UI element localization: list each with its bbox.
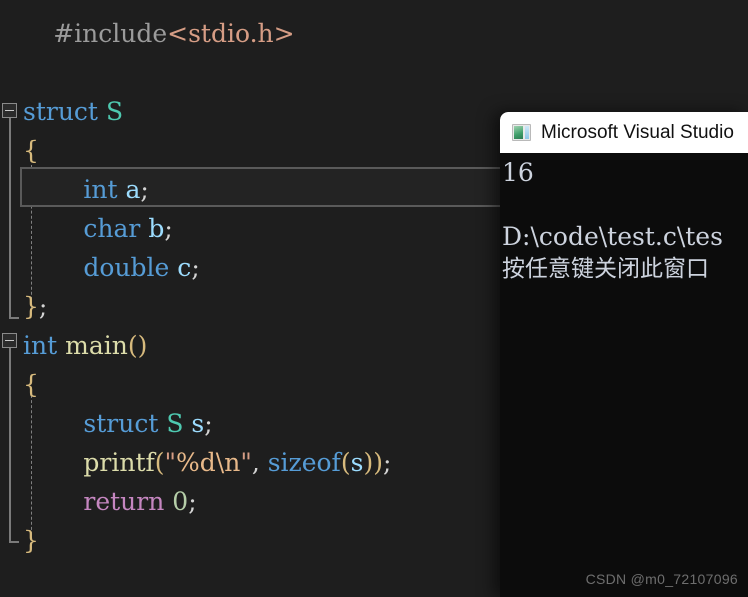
code-token: <stdio.h> xyxy=(167,19,295,48)
code-token: " xyxy=(164,448,177,477)
code-token: , xyxy=(251,448,268,477)
code-token: a xyxy=(125,175,141,204)
console-window[interactable]: Microsoft Visual Studio 16 D:\code\test.c… xyxy=(500,112,748,597)
code-line-text: { xyxy=(23,131,39,170)
code-token: %d\n xyxy=(176,448,241,477)
code-token: ( xyxy=(340,448,351,477)
code-token: { xyxy=(23,370,39,399)
console-line: 按任意键关闭此窗口 xyxy=(502,256,709,282)
code-token: int xyxy=(23,331,58,360)
code-token: S xyxy=(166,409,184,438)
code-token: struct xyxy=(23,97,98,126)
code-token: double xyxy=(83,253,170,282)
code-line-text: }; xyxy=(23,287,47,326)
indent-guide-main xyxy=(31,395,32,540)
console-line: 16 xyxy=(502,158,534,187)
code-line-text: int a; xyxy=(83,170,148,209)
code-token: int xyxy=(83,175,118,204)
code-line-text: double c; xyxy=(83,248,199,287)
console-output[interactable]: 16 D:\code\test.c\tes 按任意键关闭此窗口 xyxy=(500,153,748,597)
console-titlebar[interactable]: Microsoft Visual Studio xyxy=(500,112,748,153)
code-line-text: char b; xyxy=(83,209,172,248)
fold-bracket-main xyxy=(9,348,11,541)
code-token: printf xyxy=(83,448,155,477)
fold-toggle-main[interactable] xyxy=(2,333,17,348)
code-line-text: struct S s; xyxy=(83,404,212,443)
code-token: { xyxy=(23,136,39,165)
code-token: 0 xyxy=(172,487,189,516)
code-token: s xyxy=(350,448,364,477)
fold-bracket-main-foot xyxy=(9,541,19,543)
csdn-watermark: CSDN @m0_72107096 xyxy=(585,571,738,587)
code-token: () xyxy=(127,331,148,360)
code-token: ( xyxy=(154,448,165,477)
code-token: S xyxy=(105,97,124,126)
code-token: ; xyxy=(164,214,173,243)
code-token: ; xyxy=(382,448,392,477)
code-token: ; xyxy=(191,253,200,282)
code-line-text: } xyxy=(23,521,39,560)
code-token: } xyxy=(23,526,39,555)
visual-studio-icon xyxy=(512,124,531,141)
code-token: ; xyxy=(38,292,48,321)
code-token: )) xyxy=(363,448,383,477)
code-token: b xyxy=(148,214,165,243)
code-token: ; xyxy=(140,175,149,204)
fold-toggle-struct[interactable] xyxy=(2,103,17,118)
code-line-text: int main() xyxy=(23,326,147,365)
code-token: sizeof xyxy=(267,448,341,477)
code-token: struct xyxy=(83,409,159,438)
code-line-text: struct S xyxy=(23,92,123,131)
editor-fold-gutter[interactable] xyxy=(0,0,19,597)
code-token: main xyxy=(65,331,128,360)
code-line-text: return 0; xyxy=(83,482,196,521)
code-token: c xyxy=(177,253,192,282)
code-token: } xyxy=(23,292,39,321)
code-token: return xyxy=(83,487,165,516)
code-line-text: printf("%d\n", sizeof(s)); xyxy=(83,443,391,482)
code-token: #include xyxy=(53,19,168,48)
code-token: " xyxy=(240,448,252,477)
fold-bracket-struct xyxy=(9,118,11,317)
code-token: ; xyxy=(188,487,197,516)
screenshot-root: #include<stdio.h> struct S{int a; char b; d… xyxy=(0,0,748,597)
fold-bracket-struct-foot xyxy=(9,317,19,319)
code-token: s xyxy=(191,409,205,438)
code-token: ; xyxy=(204,409,213,438)
code-token: char xyxy=(83,214,141,243)
console-window-title: Microsoft Visual Studio xyxy=(541,121,734,143)
console-line: D:\code\test.c\tes xyxy=(502,222,723,251)
code-line-text: #include<stdio.h> xyxy=(53,14,294,53)
code-line-text: { xyxy=(23,365,39,404)
